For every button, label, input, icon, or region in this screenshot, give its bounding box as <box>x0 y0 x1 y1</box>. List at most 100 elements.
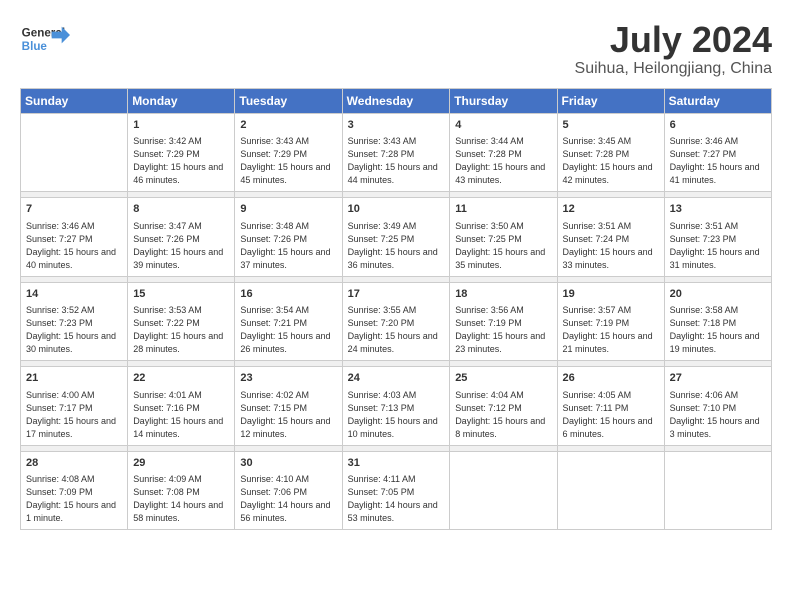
day-number: 15 <box>133 287 229 302</box>
table-row: 13 Sunrise: 3:51 AMSunset: 7:23 PMDaylig… <box>664 198 771 277</box>
day-number: 28 <box>26 456 122 471</box>
table-row: 14 Sunrise: 3:52 AMSunset: 7:23 PMDaylig… <box>21 282 128 361</box>
table-row: 4 Sunrise: 3:44 AMSunset: 7:28 PMDayligh… <box>450 113 557 192</box>
month-title: July 2024 <box>575 20 772 60</box>
day-number: 18 <box>455 287 551 302</box>
table-row: 28 Sunrise: 4:08 AMSunset: 7:09 PMDaylig… <box>21 451 128 530</box>
page-header: General Blue July 2024 Suihua, Heilongji… <box>20 20 772 78</box>
calendar-week-row: 21 Sunrise: 4:00 AMSunset: 7:17 PMDaylig… <box>21 367 772 446</box>
day-number: 27 <box>670 371 766 386</box>
calendar-week-row: 14 Sunrise: 3:52 AMSunset: 7:23 PMDaylig… <box>21 282 772 361</box>
day-number: 5 <box>563 118 659 133</box>
day-number: 3 <box>348 118 445 133</box>
table-row: 11 Sunrise: 3:50 AMSunset: 7:25 PMDaylig… <box>450 198 557 277</box>
calendar-week-row: 28 Sunrise: 4:08 AMSunset: 7:09 PMDaylig… <box>21 451 772 530</box>
header-wednesday: Wednesday <box>342 88 450 113</box>
table-row: 12 Sunrise: 3:51 AMSunset: 7:24 PMDaylig… <box>557 198 664 277</box>
header-tuesday: Tuesday <box>235 88 342 113</box>
day-number: 4 <box>455 118 551 133</box>
day-number: 1 <box>133 118 229 133</box>
title-area: July 2024 Suihua, Heilongjiang, China <box>575 20 772 78</box>
day-number: 26 <box>563 371 659 386</box>
cell-content: Sunrise: 3:51 AMSunset: 7:24 PMDaylight:… <box>563 220 659 272</box>
day-number: 8 <box>133 202 229 217</box>
day-number: 7 <box>26 202 122 217</box>
day-number: 24 <box>348 371 445 386</box>
cell-content: Sunrise: 4:09 AMSunset: 7:08 PMDaylight:… <box>133 473 229 525</box>
day-number: 23 <box>240 371 336 386</box>
table-row <box>664 451 771 530</box>
cell-content: Sunrise: 3:53 AMSunset: 7:22 PMDaylight:… <box>133 304 229 356</box>
table-row: 7 Sunrise: 3:46 AMSunset: 7:27 PMDayligh… <box>21 198 128 277</box>
table-row: 3 Sunrise: 3:43 AMSunset: 7:28 PMDayligh… <box>342 113 450 192</box>
table-row: 24 Sunrise: 4:03 AMSunset: 7:13 PMDaylig… <box>342 367 450 446</box>
cell-content: Sunrise: 3:52 AMSunset: 7:23 PMDaylight:… <box>26 304 122 356</box>
table-row <box>21 113 128 192</box>
table-row: 27 Sunrise: 4:06 AMSunset: 7:10 PMDaylig… <box>664 367 771 446</box>
day-number: 2 <box>240 118 336 133</box>
cell-content: Sunrise: 3:47 AMSunset: 7:26 PMDaylight:… <box>133 220 229 272</box>
cell-content: Sunrise: 3:48 AMSunset: 7:26 PMDaylight:… <box>240 220 336 272</box>
day-number: 14 <box>26 287 122 302</box>
cell-content: Sunrise: 4:02 AMSunset: 7:15 PMDaylight:… <box>240 389 336 441</box>
table-row: 16 Sunrise: 3:54 AMSunset: 7:21 PMDaylig… <box>235 282 342 361</box>
table-row: 18 Sunrise: 3:56 AMSunset: 7:19 PMDaylig… <box>450 282 557 361</box>
table-row: 9 Sunrise: 3:48 AMSunset: 7:26 PMDayligh… <box>235 198 342 277</box>
day-number: 31 <box>348 456 445 471</box>
cell-content: Sunrise: 4:11 AMSunset: 7:05 PMDaylight:… <box>348 473 445 525</box>
cell-content: Sunrise: 3:43 AMSunset: 7:29 PMDaylight:… <box>240 135 336 187</box>
header-saturday: Saturday <box>664 88 771 113</box>
cell-content: Sunrise: 4:06 AMSunset: 7:10 PMDaylight:… <box>670 389 766 441</box>
table-row <box>557 451 664 530</box>
cell-content: Sunrise: 3:43 AMSunset: 7:28 PMDaylight:… <box>348 135 445 187</box>
day-number: 17 <box>348 287 445 302</box>
table-row: 30 Sunrise: 4:10 AMSunset: 7:06 PMDaylig… <box>235 451 342 530</box>
day-number: 10 <box>348 202 445 217</box>
logo-icon: General Blue <box>20 20 70 60</box>
day-number: 13 <box>670 202 766 217</box>
cell-content: Sunrise: 4:08 AMSunset: 7:09 PMDaylight:… <box>26 473 122 525</box>
table-row: 26 Sunrise: 4:05 AMSunset: 7:11 PMDaylig… <box>557 367 664 446</box>
cell-content: Sunrise: 3:49 AMSunset: 7:25 PMDaylight:… <box>348 220 445 272</box>
header-monday: Monday <box>128 88 235 113</box>
day-number: 6 <box>670 118 766 133</box>
cell-content: Sunrise: 3:44 AMSunset: 7:28 PMDaylight:… <box>455 135 551 187</box>
cell-content: Sunrise: 3:50 AMSunset: 7:25 PMDaylight:… <box>455 220 551 272</box>
calendar-week-row: 1 Sunrise: 3:42 AMSunset: 7:29 PMDayligh… <box>21 113 772 192</box>
cell-content: Sunrise: 4:03 AMSunset: 7:13 PMDaylight:… <box>348 389 445 441</box>
day-number: 11 <box>455 202 551 217</box>
table-row: 31 Sunrise: 4:11 AMSunset: 7:05 PMDaylig… <box>342 451 450 530</box>
cell-content: Sunrise: 3:51 AMSunset: 7:23 PMDaylight:… <box>670 220 766 272</box>
table-row: 5 Sunrise: 3:45 AMSunset: 7:28 PMDayligh… <box>557 113 664 192</box>
cell-content: Sunrise: 3:45 AMSunset: 7:28 PMDaylight:… <box>563 135 659 187</box>
table-row: 21 Sunrise: 4:00 AMSunset: 7:17 PMDaylig… <box>21 367 128 446</box>
table-row: 17 Sunrise: 3:55 AMSunset: 7:20 PMDaylig… <box>342 282 450 361</box>
cell-content: Sunrise: 3:55 AMSunset: 7:20 PMDaylight:… <box>348 304 445 356</box>
table-row: 1 Sunrise: 3:42 AMSunset: 7:29 PMDayligh… <box>128 113 235 192</box>
cell-content: Sunrise: 4:05 AMSunset: 7:11 PMDaylight:… <box>563 389 659 441</box>
cell-content: Sunrise: 4:10 AMSunset: 7:06 PMDaylight:… <box>240 473 336 525</box>
table-row: 20 Sunrise: 3:58 AMSunset: 7:18 PMDaylig… <box>664 282 771 361</box>
cell-content: Sunrise: 3:46 AMSunset: 7:27 PMDaylight:… <box>26 220 122 272</box>
cell-content: Sunrise: 3:57 AMSunset: 7:19 PMDaylight:… <box>563 304 659 356</box>
day-number: 22 <box>133 371 229 386</box>
location-title: Suihua, Heilongjiang, China <box>575 60 772 78</box>
header-friday: Friday <box>557 88 664 113</box>
day-number: 29 <box>133 456 229 471</box>
cell-content: Sunrise: 4:04 AMSunset: 7:12 PMDaylight:… <box>455 389 551 441</box>
day-number: 19 <box>563 287 659 302</box>
calendar-header-row: Sunday Monday Tuesday Wednesday Thursday… <box>21 88 772 113</box>
day-number: 12 <box>563 202 659 217</box>
cell-content: Sunrise: 3:54 AMSunset: 7:21 PMDaylight:… <box>240 304 336 356</box>
cell-content: Sunrise: 3:56 AMSunset: 7:19 PMDaylight:… <box>455 304 551 356</box>
table-row: 19 Sunrise: 3:57 AMSunset: 7:19 PMDaylig… <box>557 282 664 361</box>
day-number: 9 <box>240 202 336 217</box>
cell-content: Sunrise: 4:01 AMSunset: 7:16 PMDaylight:… <box>133 389 229 441</box>
header-thursday: Thursday <box>450 88 557 113</box>
table-row: 10 Sunrise: 3:49 AMSunset: 7:25 PMDaylig… <box>342 198 450 277</box>
header-sunday: Sunday <box>21 88 128 113</box>
table-row: 15 Sunrise: 3:53 AMSunset: 7:22 PMDaylig… <box>128 282 235 361</box>
calendar-week-row: 7 Sunrise: 3:46 AMSunset: 7:27 PMDayligh… <box>21 198 772 277</box>
day-number: 20 <box>670 287 766 302</box>
cell-content: Sunrise: 3:58 AMSunset: 7:18 PMDaylight:… <box>670 304 766 356</box>
